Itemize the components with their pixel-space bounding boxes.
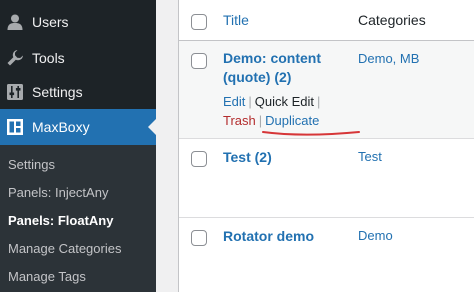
maxboxy-icon: [6, 118, 24, 136]
submenu-item-manage-tags[interactable]: Manage Tags: [8, 268, 86, 286]
row-checkbox[interactable]: [191, 230, 207, 246]
action-separator: |: [258, 113, 263, 128]
menu-item-label: Settings: [32, 84, 83, 100]
active-menu-arrow: [148, 119, 156, 135]
post-title-link[interactable]: Demo: content: [223, 48, 321, 68]
main-content: Title Categories Demo: content (quote) (…: [156, 0, 474, 292]
category-links[interactable]: Test: [358, 148, 382, 166]
menu-item-maxboxy[interactable]: MaxBoxy: [0, 109, 156, 145]
menu-item-label: MaxBoxy: [32, 119, 90, 135]
category-links[interactable]: Demo, MB: [358, 50, 419, 68]
menu-item-tools[interactable]: Tools: [0, 41, 156, 75]
menu-item-settings[interactable]: Settings: [0, 75, 156, 109]
submenu-item-settings[interactable]: Settings: [8, 156, 55, 174]
wrench-icon: [6, 49, 24, 67]
quick-edit-link[interactable]: Quick Edit: [255, 94, 314, 109]
post-title-link[interactable]: Rotator demo: [223, 226, 314, 246]
column-header-categories: Categories: [358, 12, 426, 28]
submenu-item-panels-floatany[interactable]: Panels: FloatAny: [8, 212, 113, 230]
menu-item-users[interactable]: Users: [0, 5, 156, 39]
column-header-title[interactable]: Title: [223, 11, 249, 29]
post-title-link-continued[interactable]: (quote) (2): [223, 67, 291, 87]
action-separator: |: [317, 94, 321, 109]
user-icon: [6, 13, 24, 31]
trash-link[interactable]: Trash: [223, 113, 256, 128]
row-divider: [179, 217, 474, 218]
admin-sidebar: Users Tools Settings MaxBoxy Settings Pa…: [0, 0, 156, 292]
select-all-checkbox[interactable]: [191, 14, 207, 30]
post-title-link[interactable]: Test (2): [223, 147, 272, 167]
duplicate-link[interactable]: Duplicate: [265, 113, 319, 128]
category-links[interactable]: Demo: [358, 227, 393, 245]
menu-item-label: Tools: [32, 50, 65, 66]
row-actions-line-1: Edit | Quick Edit |: [223, 92, 323, 112]
row-divider: [179, 138, 474, 139]
menu-item-label: Users: [32, 14, 69, 30]
red-underline-annotation: [262, 131, 360, 136]
submenu-item-manage-categories[interactable]: Manage Categories: [8, 240, 121, 258]
row-checkbox[interactable]: [191, 151, 207, 167]
submenu-item-panels-injectany[interactable]: Panels: InjectAny: [8, 184, 108, 202]
action-separator: |: [248, 94, 252, 109]
posts-table: Title Categories Demo: content (quote) (…: [178, 0, 474, 292]
settings-sliders-icon: [6, 83, 24, 101]
edit-link[interactable]: Edit: [223, 94, 245, 109]
row-checkbox[interactable]: [191, 53, 207, 69]
